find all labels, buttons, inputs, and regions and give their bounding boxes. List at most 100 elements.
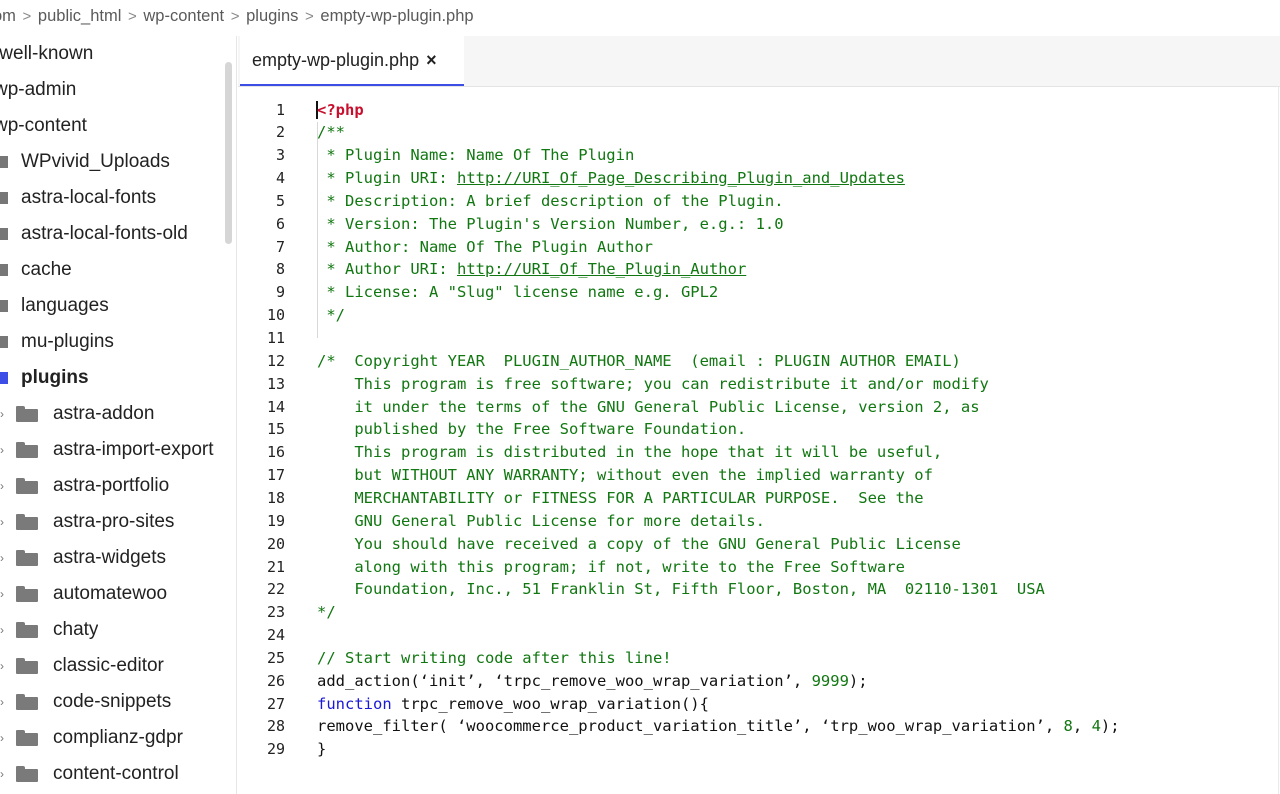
code-token: */ <box>317 603 336 622</box>
tab-empty-wp-plugin[interactable]: empty-wp-plugin.php × <box>240 36 464 86</box>
code-token: trpc_remove_woo_wrap_variation(){ <box>391 694 709 713</box>
code-token: /** <box>317 123 345 142</box>
code-line[interactable]: 24 <box>238 624 1280 647</box>
sidebar-item[interactable]: wp-content <box>0 108 87 144</box>
line-number: 24 <box>266 626 285 645</box>
code-line[interactable]: 4 * Plugin URI: http://URI_Of_Page_Descr… <box>238 167 1280 190</box>
code-line[interactable]: 20 You should have received a copy of th… <box>238 532 1280 555</box>
code-editor[interactable]: 1 <?php 2 /** 3 * Plugin Name: Name Of The P… <box>238 98 1280 794</box>
breadcrumb-item[interactable]: wp-content <box>143 7 224 26</box>
line-number: 2 <box>275 123 285 142</box>
folder-marker-icon <box>0 228 8 240</box>
sidebar-item[interactable]: › content-control <box>0 756 179 792</box>
code-token: * Version: The Plugin's Version Number, … <box>317 214 784 233</box>
sidebar-item[interactable]: › code-snippets <box>0 684 171 720</box>
chevron-right-icon[interactable]: › <box>0 407 8 421</box>
code-link[interactable]: http://URI_Of_Page_Describing_Plugin_and… <box>457 169 905 187</box>
code-line[interactable]: 12 /* Copyright YEAR PLUGIN_AUTHOR_NAME (… <box>238 349 1280 372</box>
sidebar-item[interactable]: › astra-widgets <box>0 540 166 576</box>
editor-tab-bar: empty-wp-plugin.php × <box>238 36 1280 87</box>
sidebar-item[interactable]: mu-plugins <box>0 324 114 360</box>
code-text: published by the Free Software Foundatio… <box>317 420 746 438</box>
code-token: * Plugin Name: Name Of The Plugin <box>317 146 635 165</box>
code-line[interactable]: 10 */ <box>238 304 1280 327</box>
chevron-right-icon[interactable]: › <box>0 515 8 529</box>
chevron-right-icon[interactable]: › <box>0 479 8 493</box>
code-line[interactable]: 18 MERCHANTABILITY or FITNESS FOR A PART… <box>238 486 1280 509</box>
code-line[interactable]: 9 * License: A "Slug" license name e.g. … <box>238 281 1280 304</box>
line-number: 21 <box>266 557 285 576</box>
code-text: it under the terms of the GNU General Pu… <box>317 398 979 416</box>
code-line[interactable]: 16 This program is distributed in the ho… <box>238 441 1280 464</box>
breadcrumb-separator-icon: > <box>22 7 32 25</box>
sidebar-item[interactable]: astra-local-fonts <box>0 180 156 216</box>
code-line[interactable]: 8 * Author URI: http://URI_Of_The_Plugin… <box>238 258 1280 281</box>
active-folder-marker-icon <box>0 372 8 384</box>
sidebar-item[interactable]: wp-admin <box>0 72 76 108</box>
sidebar-item[interactable]: WPvivid_Uploads <box>0 144 170 180</box>
code-line[interactable]: 3 * Plugin Name: Name Of The Plugin <box>238 144 1280 167</box>
code-line[interactable]: 26 add_action(‘init’, ‘trpc_remove_woo_wr… <box>238 669 1280 692</box>
code-line[interactable]: 17 but WITHOUT ANY WARRANTY; without eve… <box>238 464 1280 487</box>
chevron-right-icon[interactable]: › <box>0 623 8 637</box>
code-line[interactable]: 22 Foundation, Inc., 51 Franklin St, Fif… <box>238 578 1280 601</box>
sidebar-item[interactable]: .well-known <box>0 36 93 72</box>
breadcrumb-item[interactable]: empty-wp-plugin.php <box>320 7 473 26</box>
code-link[interactable]: http://URI_Of_The_Plugin_Author <box>457 260 746 278</box>
code-line[interactable]: 7 * Author: Name Of The Plugin Author <box>238 235 1280 258</box>
tab-close-icon[interactable]: × <box>426 50 437 71</box>
code-token: * Description: A brief description of th… <box>317 191 784 210</box>
code-line[interactable]: 27 function trpc_remove_woo_wrap_variatio… <box>238 692 1280 715</box>
sidebar-item[interactable]: › astra-addon <box>0 396 154 432</box>
sidebar-item[interactable]: plugins <box>0 360 89 396</box>
line-number: 19 <box>266 511 285 530</box>
line-number: 13 <box>266 374 285 393</box>
sidebar-item[interactable]: languages <box>0 288 109 324</box>
breadcrumb-item[interactable]: om <box>0 7 16 26</box>
code-line[interactable]: 13 This program is free software; you ca… <box>238 372 1280 395</box>
code-line[interactable]: 25 // Start writing code after this line! <box>238 646 1280 669</box>
sidebar-item[interactable]: › astra-portfolio <box>0 468 169 504</box>
chevron-right-icon[interactable]: › <box>0 695 8 709</box>
code-text: * Author URI: http://URI_Of_The_Plugin_A… <box>317 260 746 278</box>
sidebar-item[interactable]: astra-local-fonts-old <box>0 216 187 252</box>
code-text: * Description: A brief description of th… <box>317 191 784 210</box>
chevron-right-icon[interactable]: › <box>0 587 8 601</box>
line-number: 25 <box>266 648 285 667</box>
sidebar-item[interactable]: › chaty <box>0 612 98 648</box>
code-line[interactable]: 2 /** <box>238 121 1280 144</box>
code-line[interactable]: 29} <box>238 738 1280 761</box>
code-line[interactable]: 23 */ <box>238 601 1280 624</box>
code-line[interactable]: 6 * Version: The Plugin's Version Number… <box>238 212 1280 235</box>
code-line[interactable]: 19 GNU General Public License for more d… <box>238 509 1280 532</box>
sidebar-scrollbar[interactable] <box>225 62 232 244</box>
sidebar-item[interactable]: › complianz-gdpr <box>0 720 183 756</box>
code-token: MERCHANTABILITY or FITNESS FOR A PARTICU… <box>317 488 924 507</box>
chevron-right-icon[interactable]: › <box>0 767 8 781</box>
sidebar-item[interactable]: › astra-pro-sites <box>0 504 174 540</box>
code-text: This program is distributed in the hope … <box>317 443 942 461</box>
chevron-right-icon[interactable]: › <box>0 443 8 457</box>
code-line[interactable]: 14 it under the terms of the GNU General… <box>238 395 1280 418</box>
folder-icon <box>16 442 38 458</box>
code-line[interactable]: 5 * Description: A brief description of … <box>238 189 1280 212</box>
code-line[interactable]: 28 remove_filter( ‘woocommerce_product_va… <box>238 715 1280 738</box>
breadcrumb: om > public_html > wp-content > plugins > empty-… <box>0 0 1280 32</box>
code-line[interactable]: 11 <box>238 327 1280 350</box>
chevron-right-icon[interactable]: › <box>0 731 8 745</box>
chevron-right-icon[interactable]: › <box>0 659 8 673</box>
sidebar-item[interactable]: cache <box>0 252 72 288</box>
code-token: 8 <box>1063 717 1073 736</box>
code-line[interactable]: 1 <?php <box>238 98 1280 121</box>
code-token: add_action(‘init’, ‘trpc_remove_woo_wrap… <box>317 671 812 690</box>
sidebar-item[interactable]: › automatewoo <box>0 576 167 612</box>
chevron-right-icon[interactable]: › <box>0 551 8 565</box>
code-line[interactable]: 15 published by the Free Software Founda… <box>238 418 1280 441</box>
sidebar-item[interactable]: › astra-import-export <box>0 432 214 468</box>
line-number: 1 <box>275 100 285 119</box>
sidebar-item[interactable]: › classic-editor <box>0 648 164 684</box>
breadcrumb-item[interactable]: plugins <box>246 7 298 26</box>
code-line[interactable]: 21 along with this program; if not, writ… <box>238 555 1280 578</box>
breadcrumb-item[interactable]: public_html <box>38 7 121 26</box>
code-text: * Author: Name Of The Plugin Author <box>317 238 653 256</box>
